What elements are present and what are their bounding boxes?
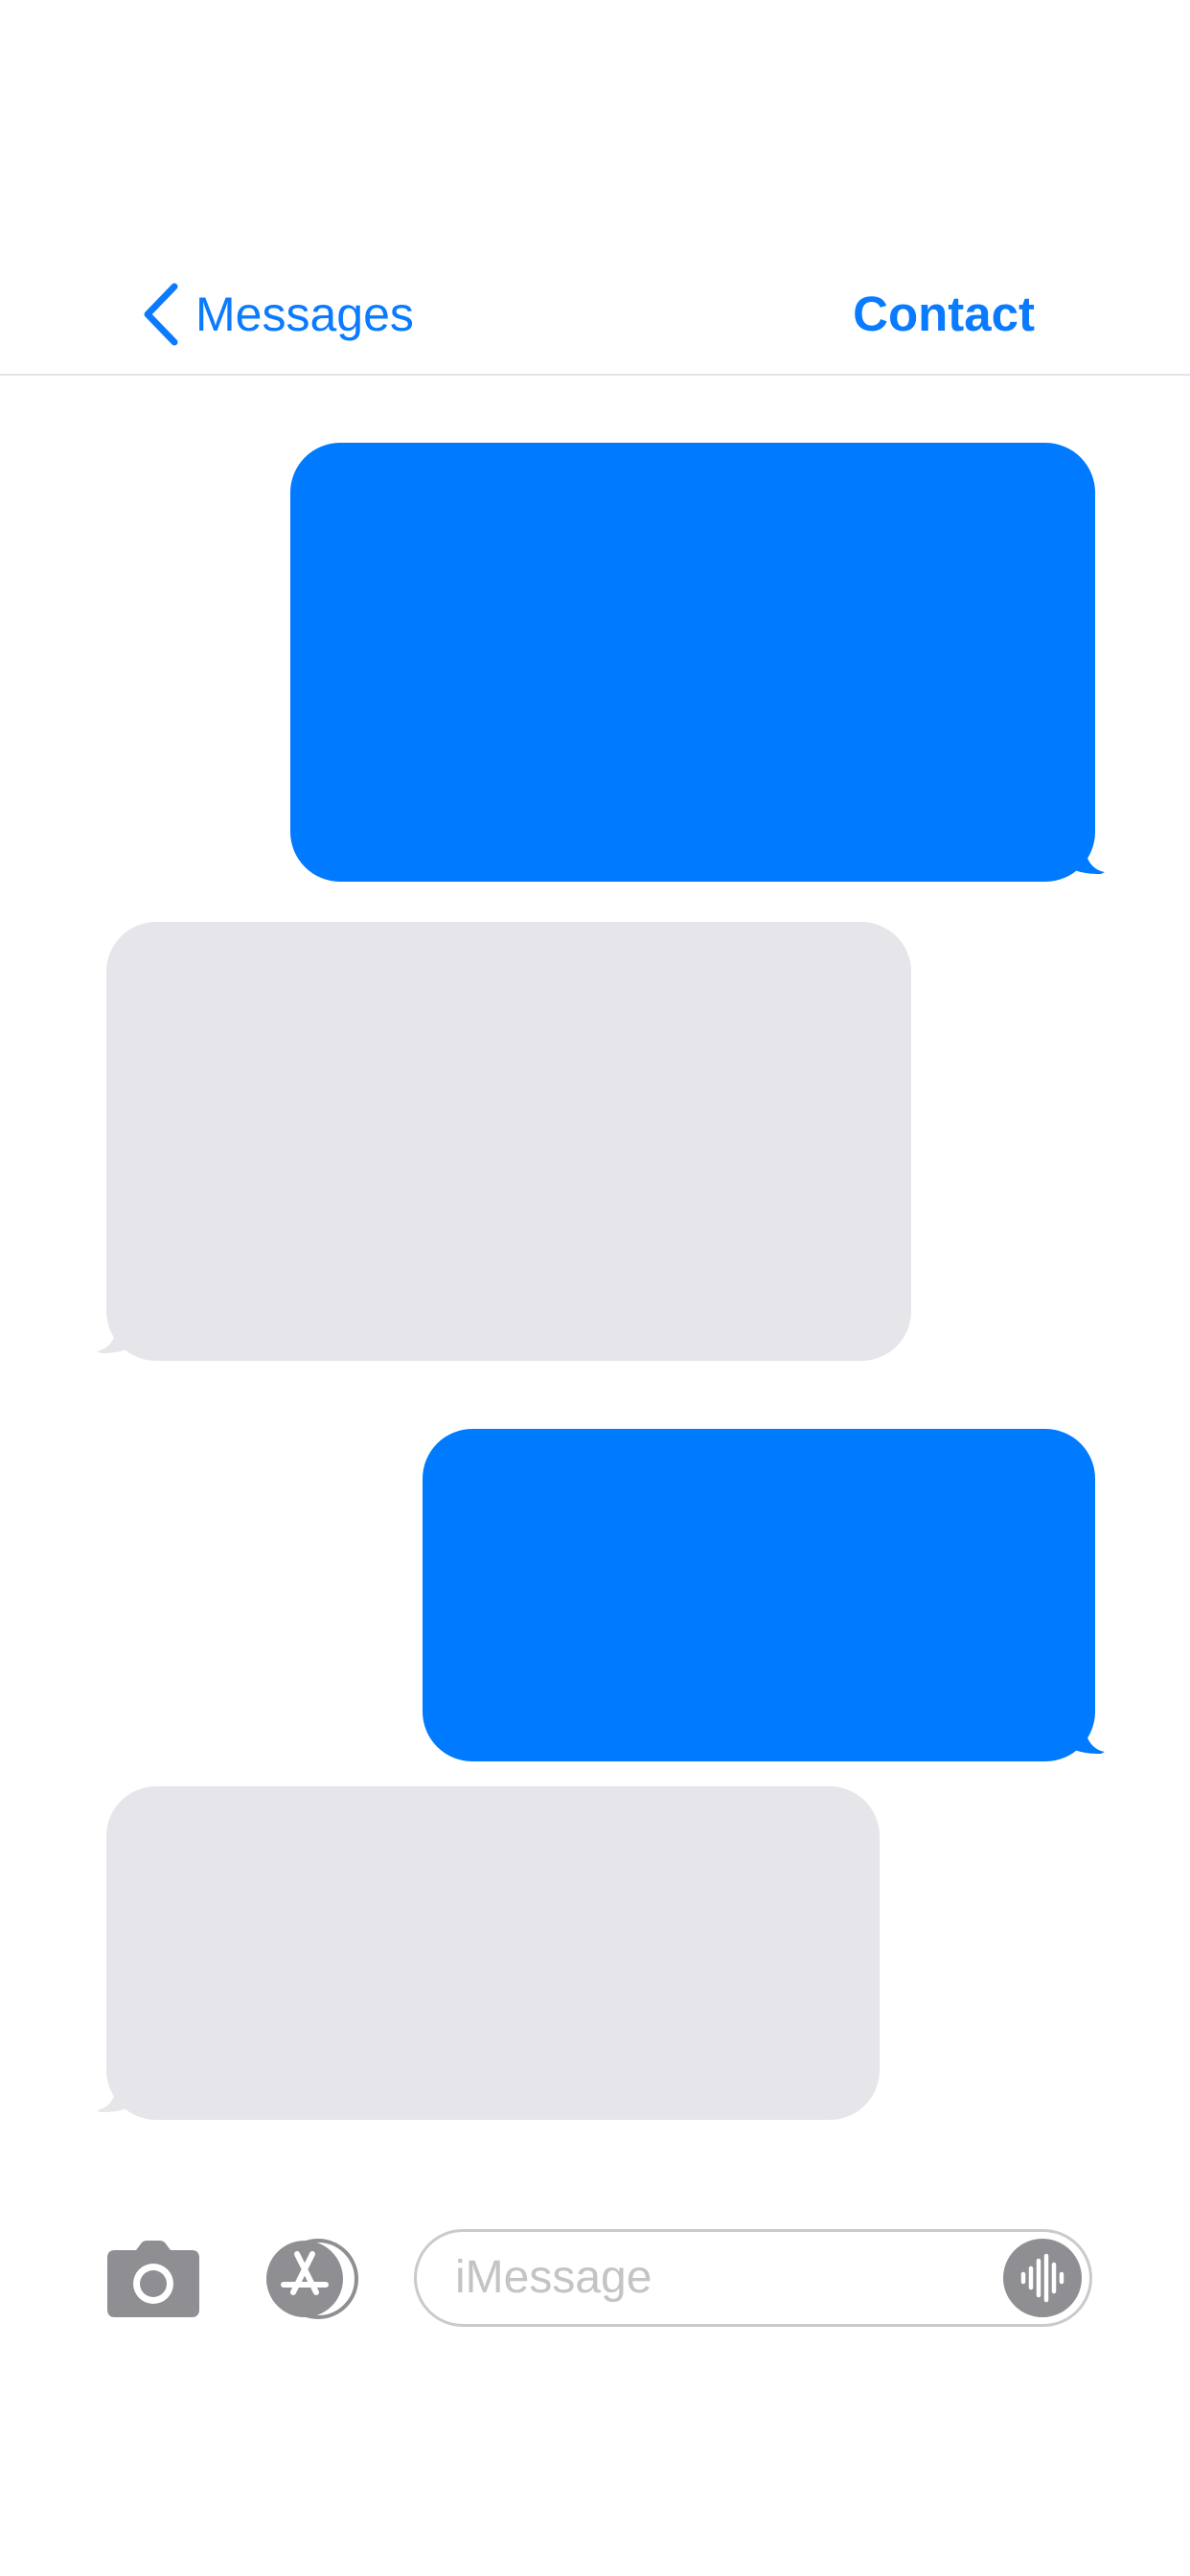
bubble-tail	[97, 2005, 135, 2112]
message-bubble-body	[290, 443, 1095, 882]
message-bubble-body	[423, 1429, 1095, 1761]
bubble-tail	[97, 1246, 135, 1353]
imessage-input[interactable]: iMessage	[414, 2229, 1092, 2327]
message-bubble-received[interactable]	[97, 922, 911, 1361]
app-store-button[interactable]	[259, 2239, 364, 2319]
back-button-label: Messages	[195, 288, 414, 341]
camera-icon	[107, 2241, 199, 2317]
back-button[interactable]: Messages	[138, 278, 414, 351]
message-bubble-body	[106, 1786, 880, 2120]
chevron-left-icon	[144, 283, 178, 346]
camera-button[interactable]	[107, 2241, 199, 2317]
audio-message-button[interactable]	[1003, 2239, 1082, 2317]
bubble-tail	[1066, 1646, 1105, 1754]
message-bubble-sent[interactable]	[290, 443, 1105, 882]
message-thread	[0, 376, 1190, 2177]
message-bubble-sent[interactable]	[423, 1429, 1105, 1761]
contact-name[interactable]: Contact	[853, 278, 1035, 351]
message-composer: iMessage	[0, 2204, 1190, 2348]
message-bubble-received[interactable]	[97, 1786, 880, 2120]
imessage-placeholder: iMessage	[455, 2252, 652, 2303]
app-store-icon	[266, 2239, 358, 2319]
bubble-tail	[1066, 767, 1105, 874]
navigation-bar: Messages Contact	[0, 0, 1190, 376]
message-bubble-body	[106, 922, 911, 1361]
waveform-icon	[1020, 2253, 1064, 2303]
